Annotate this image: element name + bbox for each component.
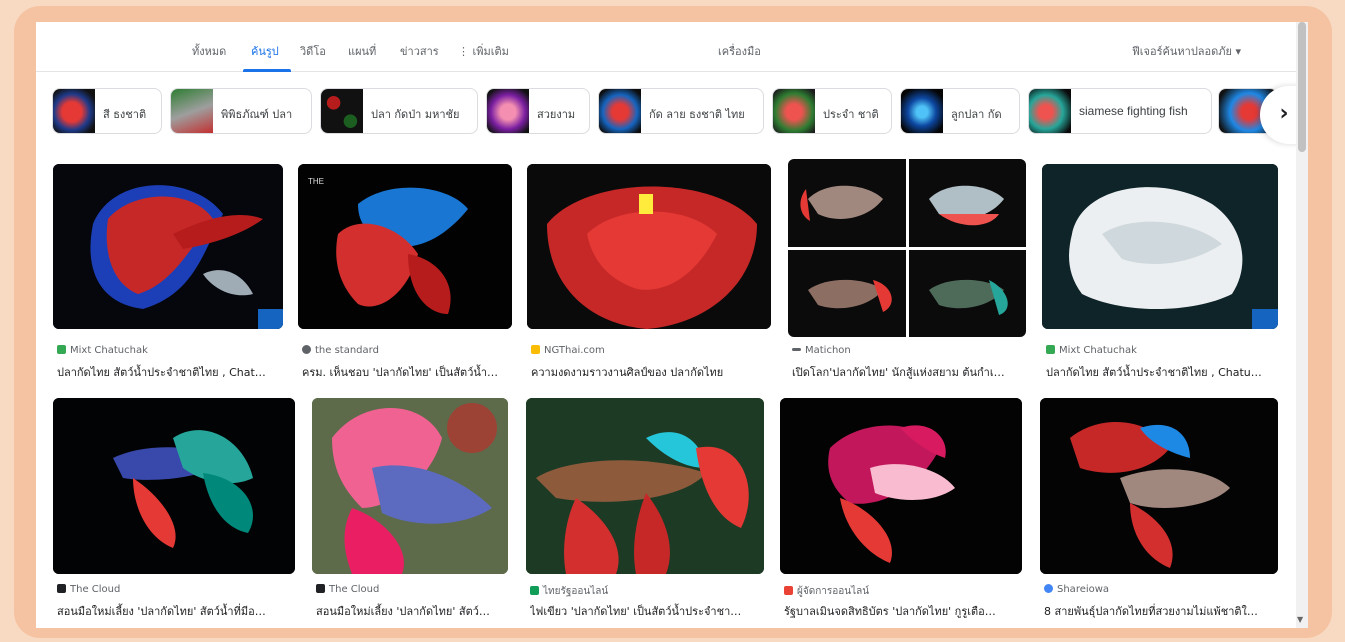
result-thumbnail	[527, 164, 771, 329]
svg-text:THE: THE	[308, 177, 324, 186]
chip-thumbnail	[321, 89, 363, 133]
chip-label: siamese fighting fish	[1079, 104, 1188, 118]
chip-label: พิพิธภัณฑ์ ปลา	[221, 108, 293, 121]
chip-label: ลูกปลา กัด	[951, 108, 1002, 121]
chip-thumbnail	[773, 89, 815, 133]
result-title[interactable]: ความงดงามราวงานศิลป์ของ ปลากัดไทย	[531, 363, 771, 381]
tab-more[interactable]: ⋮ เพิ่มเติม	[458, 42, 509, 60]
image-result[interactable]: The Cloud สอนมือใหม่เลี้ยง 'ปลากัดไทย' ส…	[53, 398, 295, 618]
chip-beautiful[interactable]: สวยงาม	[486, 88, 590, 134]
result-thumbnail	[1042, 164, 1278, 329]
result-thumbnail	[526, 398, 764, 574]
result-title[interactable]: ไฟเขียว 'ปลากัดไทย' เป็นสัตว์น้ำประจำชา…	[530, 602, 764, 620]
tab-maps[interactable]: แผนที่	[348, 42, 376, 60]
related-search-chips: สี ธงชาติ พิพิธภัณฑ์ ปลา ปลา กัดป่า มหาช…	[52, 88, 1296, 136]
tab-images[interactable]: ค้นรูป	[251, 42, 279, 60]
result-title[interactable]: ปลากัดไทย สัตว์น้ำประจำชาติไทย , Chat…	[57, 363, 283, 381]
scrollbar-thumb[interactable]	[1298, 22, 1306, 152]
result-title[interactable]: สอนมือใหม่เลี้ยง 'ปลากัดไทย' สัตว์…	[316, 602, 508, 620]
browser-window: ทั้งหมด ค้นรูป วิดีโอ แผนที่ ข่าวสาร ⋮ เ…	[36, 22, 1308, 628]
result-title[interactable]: รัฐบาลเมินจดสิทธิบัตร 'ปลากัดไทย' กูรูเต…	[784, 602, 1022, 620]
site-favicon-icon	[1046, 345, 1055, 354]
result-thumbnail: THE	[298, 164, 512, 329]
result-source: Mixt Chatuchak	[1046, 345, 1137, 356]
image-result[interactable]: The Cloud สอนมือใหม่เลี้ยง 'ปลากัดไทย' ส…	[312, 398, 508, 618]
result-source: Matichon	[792, 345, 851, 356]
chip-siamese-fighting-fish[interactable]: siamese fighting fish	[1028, 88, 1212, 134]
result-thumbnail	[53, 398, 295, 574]
result-thumbnail	[780, 398, 1022, 574]
result-source: Shareiowa	[1044, 584, 1109, 595]
chip-thai-flag-pattern[interactable]: กัด ลาย ธงชาติ ไทย	[598, 88, 764, 134]
chip-wild-betta-mahachai[interactable]: ปลา กัดป่า มหาชัย	[320, 88, 478, 134]
image-result[interactable]: Matichon เปิดโลก'ปลากัดไทย' นักสู้แห่งสย…	[788, 159, 1026, 379]
result-title[interactable]: ปลากัดไทย สัตว์น้ำประจำชาติไทย , Chatu…	[1046, 363, 1278, 381]
chip-label: ประจำ ชาติ	[823, 108, 879, 121]
site-favicon-icon	[784, 586, 793, 595]
result-source: the standard	[302, 345, 379, 356]
chip-national[interactable]: ประจำ ชาติ	[772, 88, 892, 134]
chip-thumbnail	[1029, 89, 1071, 133]
result-title[interactable]: สอนมือใหม่เลี้ยง 'ปลากัดไทย' สัตว์น้ำที่…	[57, 602, 295, 620]
chip-thumbnail	[487, 89, 529, 133]
safe-search-button[interactable]: ฟีเจอร์ค้นหาปลอดภัย ▾	[1132, 42, 1241, 60]
result-title[interactable]: 8 สายพันธุ์ปลากัดไทยที่สวยงามไม่แพ้ชาติใ…	[1044, 602, 1278, 620]
result-title[interactable]: เปิดโลก'ปลากัดไทย' นักสู้แห่งสยาม ต้นกำเ…	[792, 363, 1026, 381]
site-favicon-icon	[530, 586, 539, 595]
result-thumbnail	[788, 159, 1026, 337]
chip-thumbnail	[171, 89, 213, 133]
tab-all[interactable]: ทั้งหมด	[192, 42, 226, 60]
chip-label: ปลา กัดป่า มหาชัย	[371, 108, 460, 121]
site-favicon-icon	[302, 345, 311, 354]
image-result[interactable]: Mixt Chatuchak ปลากัดไทย สัตว์น้ำประจำชา…	[53, 164, 283, 379]
active-tab-indicator	[243, 69, 291, 72]
image-result[interactable]: Mixt Chatuchak ปลากัดไทย สัตว์น้ำประจำชา…	[1042, 164, 1278, 379]
chip-label: สี ธงชาติ	[103, 108, 147, 121]
result-source: Mixt Chatuchak	[57, 345, 148, 356]
result-source: NGThai.com	[531, 345, 605, 356]
search-tabs-bar: ทั้งหมด ค้นรูป วิดีโอ แผนที่ ข่าวสาร ⋮ เ…	[36, 22, 1296, 72]
result-thumbnail	[53, 164, 283, 329]
site-favicon-icon	[316, 584, 325, 593]
chip-flag-color[interactable]: สี ธงชาติ	[52, 88, 162, 134]
chip-label: กัด ลาย ธงชาติ ไทย	[649, 108, 745, 121]
tab-news[interactable]: ข่าวสาร	[400, 42, 439, 60]
site-favicon-icon	[57, 345, 66, 354]
site-favicon-icon	[792, 348, 801, 351]
site-favicon-icon	[531, 345, 540, 354]
result-thumbnail	[312, 398, 508, 574]
chip-thumbnail	[53, 89, 95, 133]
image-result[interactable]: THE the standard ครม. เห็นชอบ 'ปลากัดไทย…	[298, 164, 512, 379]
chip-fish-museum[interactable]: พิพิธภัณฑ์ ปลา	[170, 88, 312, 134]
vertical-scrollbar[interactable]: ▼	[1296, 22, 1308, 628]
chip-thumbnail	[599, 89, 641, 133]
scroll-down-arrow-icon[interactable]: ▼	[1297, 615, 1303, 624]
chip-baby-betta[interactable]: ลูกปลา กัด	[900, 88, 1020, 134]
result-source: ไทยรัฐออนไลน์	[530, 584, 608, 599]
result-title[interactable]: ครม. เห็นชอบ 'ปลากัดไทย' เป็นสัตว์น้ำ…	[302, 363, 512, 381]
result-source: ผู้จัดการออนไลน์	[784, 584, 869, 599]
result-source: The Cloud	[57, 584, 120, 595]
site-favicon-icon	[57, 584, 66, 593]
image-result[interactable]: ผู้จัดการออนไลน์ รัฐบาลเมินจดสิทธิบัตร '…	[780, 398, 1022, 618]
image-result[interactable]: Shareiowa 8 สายพันธุ์ปลากัดไทยที่สวยงามไ…	[1040, 398, 1278, 618]
tools-button[interactable]: เครื่องมือ	[718, 42, 761, 60]
image-result[interactable]: ไทยรัฐออนไลน์ ไฟเขียว 'ปลากัดไทย' เป็นสั…	[526, 398, 764, 618]
tab-videos[interactable]: วิดีโอ	[300, 42, 326, 60]
image-result[interactable]: NGThai.com ความงดงามราวงานศิลป์ของ ปลากั…	[527, 164, 771, 379]
result-source: The Cloud	[316, 584, 379, 595]
result-thumbnail	[1040, 398, 1278, 574]
site-favicon-icon	[1044, 584, 1053, 593]
chip-label: สวยงาม	[537, 108, 576, 121]
chip-thumbnail	[901, 89, 943, 133]
